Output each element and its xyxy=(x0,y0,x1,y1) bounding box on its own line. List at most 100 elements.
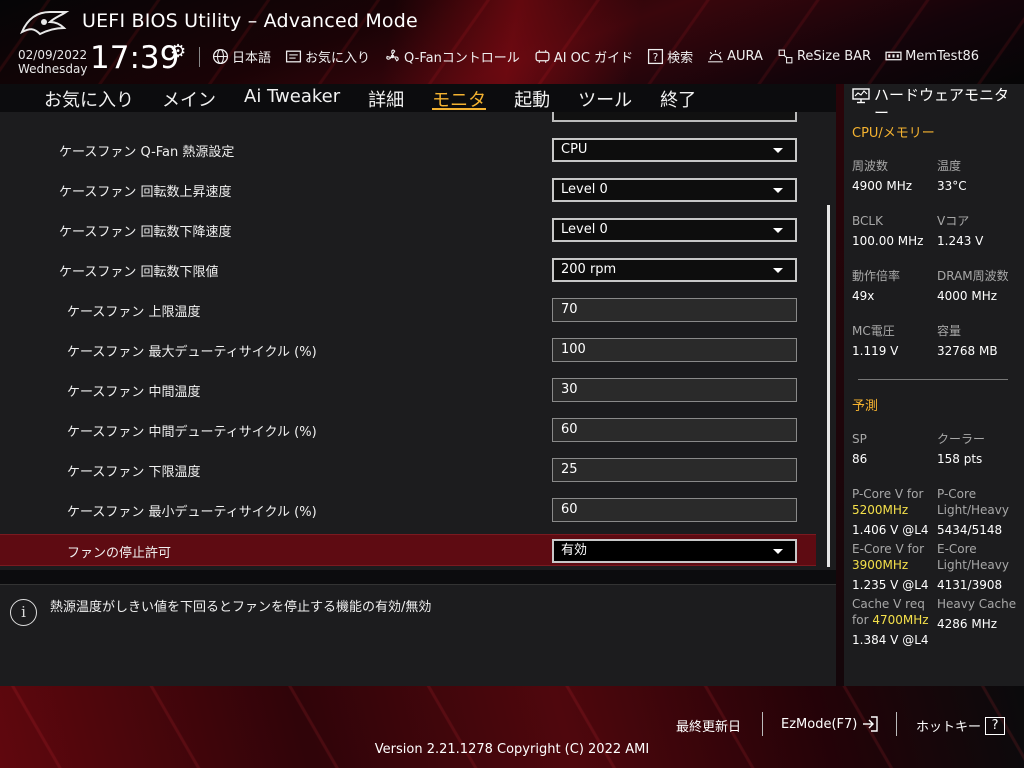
ecore-v-value: 1.235 V @L4 xyxy=(852,578,929,592)
vcore-label: Vコア xyxy=(937,214,970,228)
resize-bar-icon xyxy=(778,49,793,64)
ai-oc-button[interactable]: AI OC ガイド xyxy=(534,47,633,66)
favorites-button[interactable]: お気に入り xyxy=(285,47,370,66)
ai-oc-label: AI OC ガイド xyxy=(553,51,634,66)
gear-icon[interactable]: ⚙ xyxy=(170,41,186,62)
hardware-monitor-title-text: ハードウェアモニター xyxy=(874,86,1010,122)
favorites-icon xyxy=(285,50,302,63)
tab-tool[interactable]: ツール xyxy=(578,84,632,112)
pcore-v-label-line: P-Core V for xyxy=(852,487,924,501)
setting-number-field[interactable]: 60 xyxy=(552,418,797,442)
cache-v-value: 1.384 V @L4 xyxy=(852,633,929,647)
ecore-freq: 3900MHz xyxy=(852,558,909,572)
setting-number-field[interactable]: 25 xyxy=(552,458,797,482)
ezmode-button[interactable]: EzMode(F7) xyxy=(781,716,879,732)
dram-value: 4000 MHz xyxy=(937,289,998,303)
setting-row-step-up[interactable]: ケースファン 回転数上昇速度 Level 0 xyxy=(0,174,816,206)
setting-number-field[interactable]: 30 xyxy=(552,378,797,402)
cooler-label: クーラー xyxy=(937,432,986,446)
tab-exit[interactable]: 終了 xyxy=(660,84,696,112)
cache-v-label: Cache V req for 4700MHz xyxy=(852,596,929,628)
globe-icon xyxy=(212,48,229,65)
cache-freq: 4700MHz xyxy=(872,613,929,627)
bclk-value: 100.00 MHz xyxy=(852,234,924,248)
setting-dropdown[interactable]: Level 0 xyxy=(552,218,797,242)
setting-row-middle-temp[interactable]: ケースファン 中間温度 30 xyxy=(0,374,816,406)
hotkeys-label: ホットキー xyxy=(916,720,982,735)
ratio-value: 49x xyxy=(852,289,875,303)
temp-value: 33°C xyxy=(937,179,967,193)
setting-row-step-down[interactable]: ケースファン 回転数下降速度 Level 0 xyxy=(0,214,816,246)
pcore-v-label: P-Core V for 5200MHz xyxy=(852,486,923,518)
ecore-v-label-line: E-Core V for xyxy=(852,542,925,556)
setting-number-field[interactable]: 70 xyxy=(552,298,797,322)
settings-scrollbar[interactable] xyxy=(827,205,830,567)
setting-label: ケースファン 中間温度 xyxy=(67,385,201,400)
setting-dropdown[interactable]: Level 0 xyxy=(552,178,797,202)
setting-dropdown[interactable]: CPU xyxy=(552,138,797,162)
chevron-down-icon xyxy=(773,268,783,273)
sp-value: 86 xyxy=(852,452,868,466)
setting-row-max-duty[interactable]: ケースファン 最大デューティサイクル (%) 100 xyxy=(0,334,816,366)
setting-number-field[interactable]: 60 xyxy=(552,498,797,522)
dropdown-value: 有効 xyxy=(561,543,588,558)
search-button[interactable]: ? 検索 xyxy=(647,47,693,66)
dropdown-value: CPU xyxy=(561,142,588,157)
setting-row-speed-low-limit[interactable]: ケースファン 回転数下限値 200 rpm xyxy=(0,254,816,286)
setting-label: ケースファン 最大デューティサイクル (%) xyxy=(67,345,317,360)
setting-row-fan-stop[interactable]: ファンの停止許可 有効 xyxy=(0,534,816,566)
last-modified-label: 最終更新日 xyxy=(676,720,742,735)
hotkeys-button[interactable]: ホットキー ? xyxy=(916,716,1006,735)
setting-row-middle-duty[interactable]: ケースファン 中間デューティサイクル (%) 60 xyxy=(0,414,816,446)
toolbar-divider xyxy=(199,47,200,67)
heavy-cache-label: Heavy Cache xyxy=(937,597,1017,611)
monitor-divider xyxy=(858,379,1008,380)
footer-divider xyxy=(896,712,897,736)
tab-ai-tweaker[interactable]: Ai Tweaker xyxy=(244,84,340,112)
ecore-lh-value: 4131/3908 xyxy=(937,578,1003,592)
language-button[interactable]: 日本語 xyxy=(212,47,271,66)
cache-v-label-line: Cache V req xyxy=(852,597,925,611)
vcore-value: 1.243 V xyxy=(937,234,984,248)
language-label: 日本語 xyxy=(232,51,272,66)
setting-dropdown[interactable]: 200 rpm xyxy=(552,258,797,282)
ecore-lh-label-line2: Light/Heavy xyxy=(937,558,1009,572)
ecore-v-label: E-Core V for 3900MHz xyxy=(852,541,924,573)
rog-logo xyxy=(20,11,70,36)
last-modified-button[interactable]: 最終更新日 xyxy=(676,716,741,735)
setting-label: ケースファン 上限温度 xyxy=(67,305,201,320)
tab-boot[interactable]: 起動 xyxy=(514,84,550,112)
setting-row-min-duty[interactable]: ケースファン 最小デューティサイクル (%) 60 xyxy=(0,494,816,526)
setting-row-lower-temp[interactable]: ケースファン 下限温度 25 xyxy=(0,454,816,486)
tab-main[interactable]: メイン xyxy=(162,84,216,112)
tab-monitor[interactable]: モニタ xyxy=(432,84,487,111)
aura-button[interactable]: AURA xyxy=(707,47,763,66)
toolbar: 日本語 お気に入り Q-Fanコントロール AI OC ガイド ? 検索 AUR… xyxy=(212,47,979,66)
dropdown-value: 200 rpm xyxy=(561,262,617,277)
memtest-button[interactable]: MemTest86 xyxy=(885,47,979,66)
date-display: 02/09/2022 Wednesday xyxy=(18,48,87,76)
tab-advanced[interactable]: 詳細 xyxy=(368,84,404,112)
fan-icon xyxy=(386,49,399,62)
resize-bar-button[interactable]: ReSize BAR xyxy=(777,47,871,66)
resize-bar-label: ReSize BAR xyxy=(796,49,872,64)
mc-voltage-value: 1.119 V xyxy=(852,344,899,358)
ratio-label: 動作倍率 xyxy=(852,269,901,283)
cpu-memory-section: CPU/メモリー xyxy=(852,126,935,141)
freq-label: 周波数 xyxy=(852,159,889,173)
tab-favorites[interactable]: お気に入り xyxy=(44,84,134,112)
info-icon: i xyxy=(10,599,37,626)
setting-number-field[interactable]: 100 xyxy=(552,338,797,362)
pcore-lh-label-line1: P-Core xyxy=(937,487,977,501)
cache-for-text: for xyxy=(852,613,869,627)
setting-row-upper-temp[interactable]: ケースファン 上限温度 70 xyxy=(0,294,816,326)
qfan-button[interactable]: Q-Fanコントロール xyxy=(384,47,520,66)
chevron-down-icon xyxy=(773,188,783,193)
help-panel: i 熱源温度がしきい値を下回るとファンを停止する機能の有効/無効 xyxy=(0,584,836,686)
setting-dropdown[interactable]: 有効 xyxy=(552,539,797,563)
qfan-label: Q-Fanコントロール xyxy=(404,51,520,66)
help-text: 熱源温度がしきい値を下回るとファンを停止する機能の有効/無効 xyxy=(50,600,432,615)
setting-row-qfan-source[interactable]: ケースファン Q-Fan 熱源設定 CPU xyxy=(0,134,816,166)
time-display: 17:39 xyxy=(90,40,180,76)
memory-icon xyxy=(885,51,902,61)
